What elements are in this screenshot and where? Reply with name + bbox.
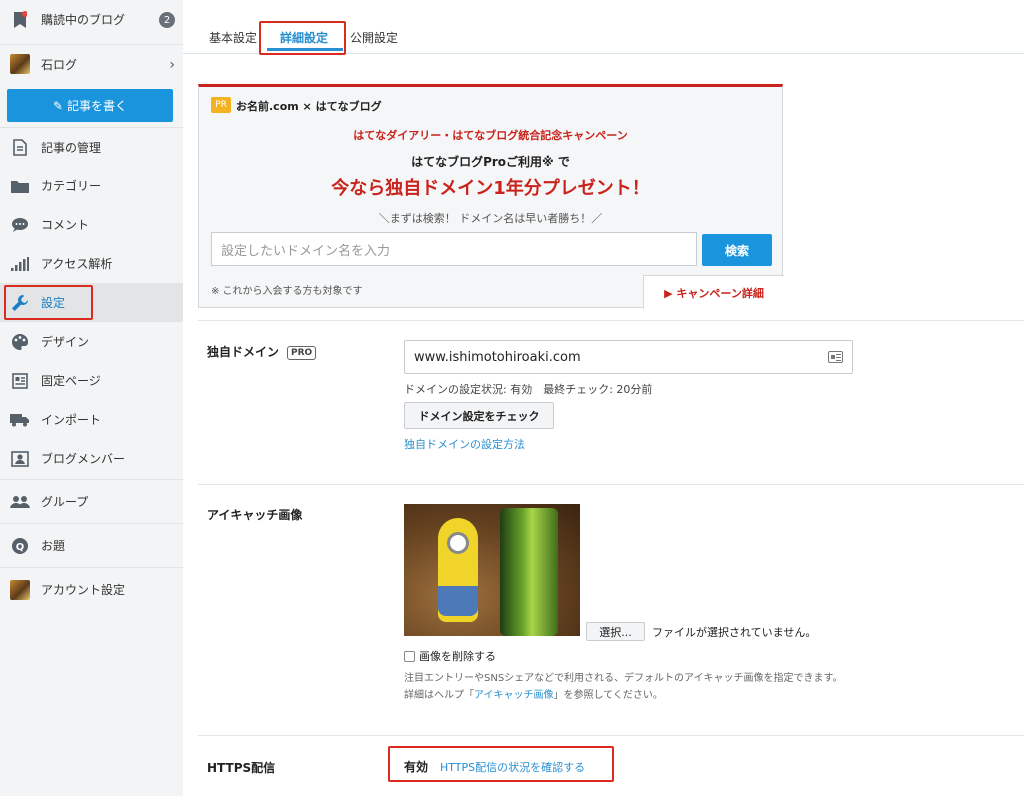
sidebar-item-articles[interactable]: 記事の管理 bbox=[0, 127, 183, 166]
https-label: HTTPS配信 bbox=[207, 761, 276, 775]
eyecatch-description: 注目エントリーやSNSシェアなどで利用される、デフォルトのアイキャッチ画像を指定… bbox=[404, 673, 843, 701]
campaign-title: はてなダイアリー・はてなブログ統合記念キャンペーン bbox=[353, 129, 628, 142]
bar-chart-icon bbox=[10, 254, 30, 274]
delete-image-checkbox[interactable] bbox=[404, 650, 415, 662]
tab-publish-settings[interactable]: 公開設定 bbox=[350, 29, 398, 46]
delete-image-option[interactable]: 画像を削除する bbox=[404, 648, 496, 664]
sidebar-item-static-pages[interactable]: 固定ページ bbox=[0, 361, 183, 400]
highlight-settings-frame bbox=[4, 285, 93, 320]
eyecatch-preview-image bbox=[404, 504, 580, 636]
sidebar-item-analytics[interactable]: アクセス解析 bbox=[0, 244, 183, 283]
custom-domain-label: 独自ドメイン PRO bbox=[207, 343, 317, 360]
domain-search-input[interactable]: 設定したいドメイン名を入力 bbox=[211, 232, 697, 266]
chevron-right-icon: › bbox=[169, 57, 175, 73]
comment-icon bbox=[10, 215, 30, 235]
divider bbox=[198, 320, 1024, 321]
sidebar-item-odai[interactable]: Q お題 bbox=[0, 523, 183, 567]
sidebar-item-label: デザイン bbox=[41, 335, 90, 349]
sidebar-item-label: 記事の管理 bbox=[41, 140, 102, 155]
campaign-note: ※ これから入会する方も対象です bbox=[211, 286, 363, 297]
sidebar-item-label: アカウント設定 bbox=[41, 583, 126, 597]
sidebar-item-label: 石ログ bbox=[41, 57, 78, 72]
sidebar-item-comments[interactable]: コメント bbox=[0, 205, 183, 244]
odai-icon: Q bbox=[10, 536, 30, 556]
campaign-tagline: ＼まずは検索！ ドメイン名は早い者勝ち！／ bbox=[378, 212, 603, 225]
palette-icon bbox=[10, 332, 30, 352]
highlight-https-frame bbox=[388, 746, 614, 782]
member-icon bbox=[10, 449, 30, 469]
can-shape bbox=[500, 508, 558, 636]
settings-tabs: 基本設定 詳細設定 公開設定 bbox=[183, 0, 1024, 55]
sidebar: 購読中のブログ 2 石ログ › ✎ 記事を書く 記事の管理 カテゴリー コメント bbox=[0, 0, 183, 796]
write-article-button[interactable]: ✎ 記事を書く bbox=[7, 89, 173, 122]
blog-avatar-icon bbox=[10, 54, 30, 74]
pro-badge: PRO bbox=[287, 346, 317, 360]
sidebar-item-label: コメント bbox=[41, 218, 90, 232]
highlight-advanced-tab-frame bbox=[259, 21, 346, 55]
campaign-headline: 今なら独自ドメイン1年分プレゼント！ bbox=[331, 178, 650, 199]
sidebar-item-label: 購読中のブログ bbox=[41, 13, 126, 27]
check-domain-button[interactable]: ドメイン設定をチェック bbox=[404, 402, 554, 429]
sidebar-item-label: インポート bbox=[41, 413, 102, 427]
custom-domain-input[interactable]: www.ishimotohiroaki.com bbox=[404, 340, 853, 374]
account-avatar-icon bbox=[10, 579, 30, 600]
divider bbox=[198, 735, 1024, 736]
sidebar-item-groups[interactable]: グループ bbox=[0, 479, 183, 523]
sidebar-item-blog[interactable]: 石ログ › bbox=[0, 44, 183, 83]
sidebar-item-subscribed-blogs[interactable]: 購読中のブログ 2 bbox=[0, 0, 183, 39]
sidebar-item-account-settings[interactable]: アカウント設定 bbox=[0, 567, 183, 611]
campaign-subtitle: はてなブログProご利用※ で bbox=[411, 155, 570, 169]
sidebar-item-label: ブログメンバー bbox=[41, 452, 126, 466]
bookmark-icon bbox=[10, 10, 30, 30]
sidebar-item-design[interactable]: デザイン bbox=[0, 322, 183, 361]
divider bbox=[198, 484, 1024, 485]
group-icon bbox=[10, 492, 30, 512]
document-icon bbox=[10, 137, 30, 157]
eyecatch-label: アイキャッチ画像 bbox=[207, 508, 303, 522]
page-icon bbox=[10, 371, 30, 391]
sidebar-item-label: グループ bbox=[41, 495, 89, 509]
tab-basic-settings[interactable]: 基本設定 bbox=[209, 29, 257, 46]
sidebar-item-label: カテゴリー bbox=[41, 179, 102, 193]
campaign-brand: お名前.com × はてなブログ bbox=[236, 100, 382, 113]
sidebar-item-import[interactable]: インポート bbox=[0, 400, 183, 439]
campaign-detail-link[interactable]: ▶ キャンペーン詳細 bbox=[643, 275, 784, 309]
domain-status-text: ドメインの設定状況: 有効 最終チェック: 20分前 bbox=[404, 383, 653, 396]
sidebar-item-label: 固定ページ bbox=[41, 374, 101, 388]
main-content: 基本設定 詳細設定 公開設定 PR お名前.com × はてなブログ はてなダイ… bbox=[183, 0, 1024, 796]
unread-count-badge: 2 bbox=[159, 12, 175, 28]
contact-card-icon[interactable] bbox=[828, 351, 843, 363]
folder-icon bbox=[10, 176, 30, 196]
choose-file-button[interactable]: 選択... bbox=[586, 622, 645, 641]
pr-badge: PR bbox=[211, 97, 231, 113]
sidebar-item-categories[interactable]: カテゴリー bbox=[0, 166, 183, 205]
sidebar-item-label: お題 bbox=[41, 539, 66, 553]
eyecatch-help-link[interactable]: アイキャッチ画像 bbox=[474, 690, 554, 701]
svg-text:Q: Q bbox=[16, 542, 25, 553]
sidebar-item-label: アクセス解析 bbox=[41, 257, 113, 271]
edit-icon: ✎ bbox=[52, 98, 64, 113]
sidebar-item-blog-members[interactable]: ブログメンバー bbox=[0, 439, 183, 478]
domain-search-button[interactable]: 検索 bbox=[702, 234, 772, 266]
domain-help-link[interactable]: 独自ドメインの設定方法 bbox=[404, 436, 525, 452]
truck-icon bbox=[10, 410, 30, 430]
file-status-text: ファイルが選択されていません。 bbox=[652, 626, 817, 639]
campaign-banner: PR お名前.com × はてなブログ はてなダイアリー・はてなブログ統合記念キ… bbox=[198, 84, 784, 309]
